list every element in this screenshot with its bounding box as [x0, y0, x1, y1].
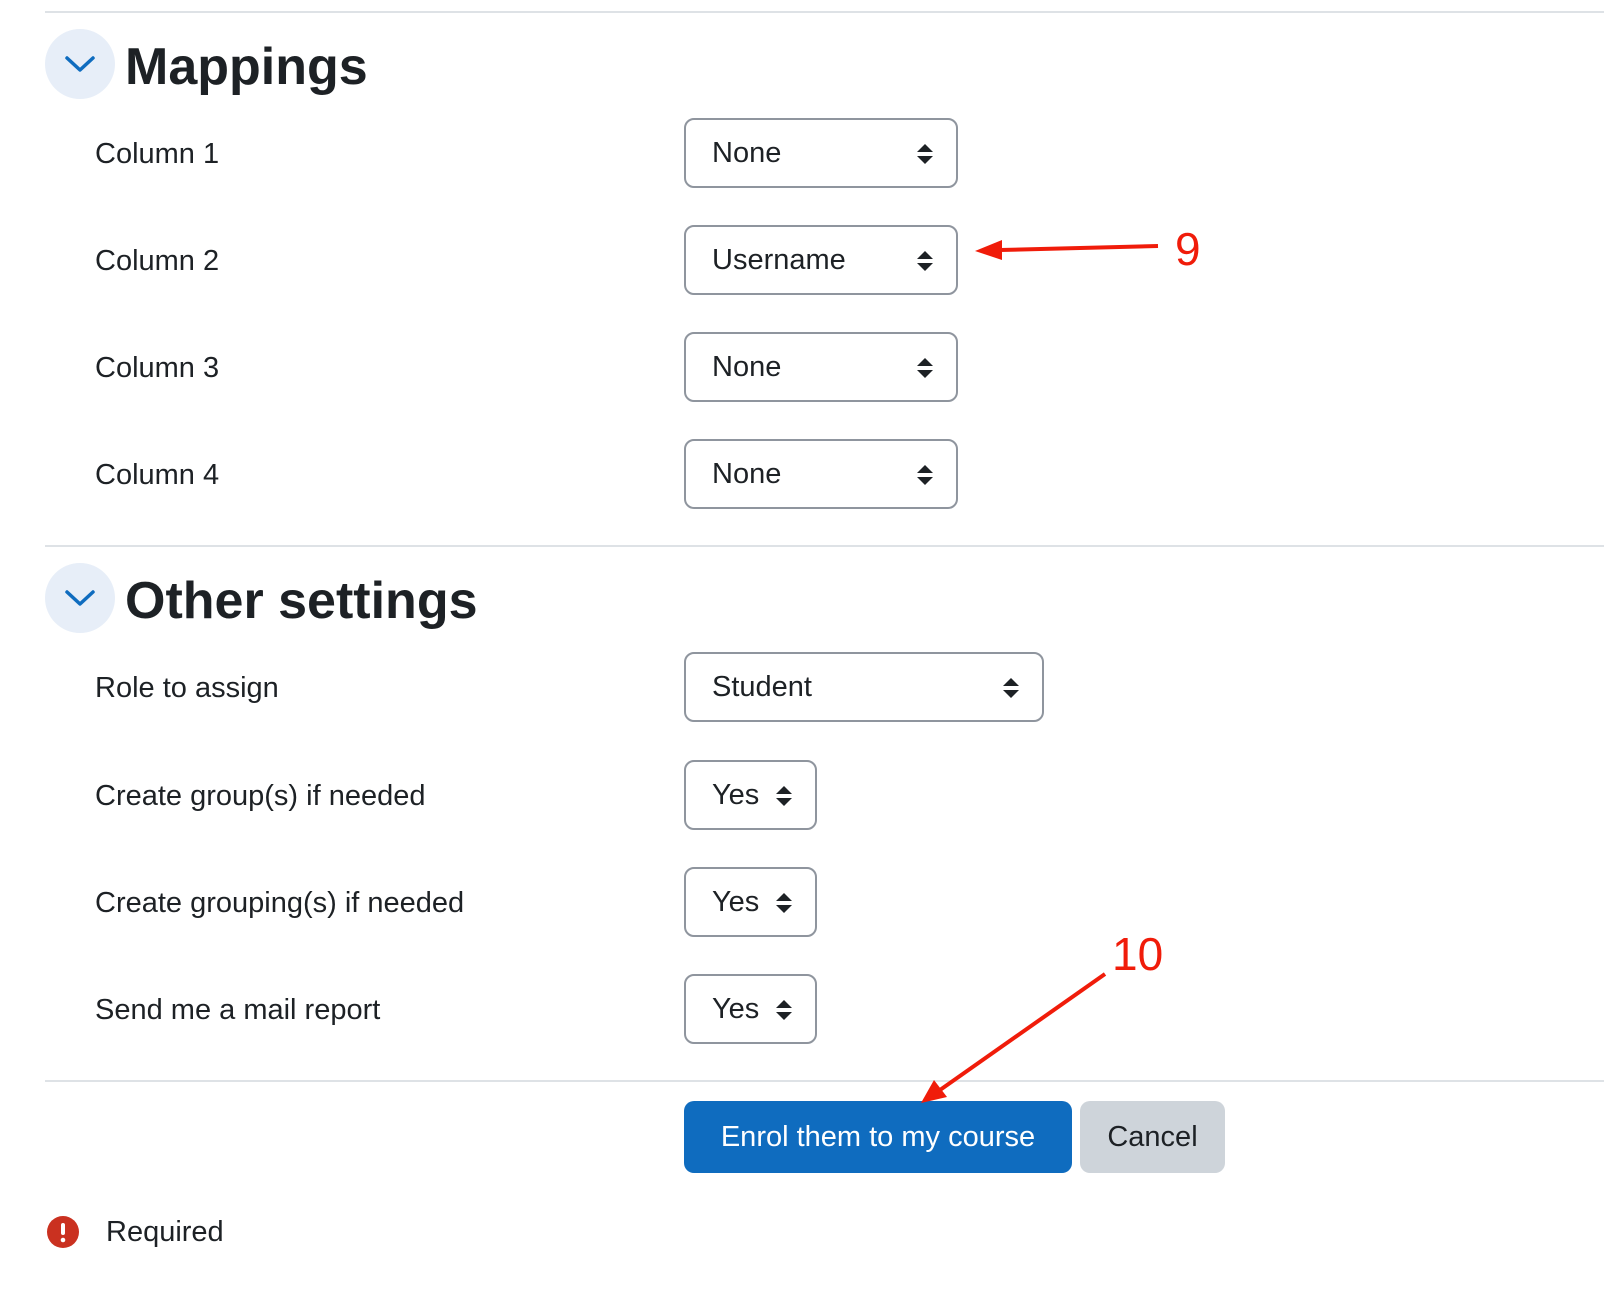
column-3-value: None [712, 350, 782, 383]
other-settings-collapse-toggle[interactable] [45, 563, 115, 633]
create-groupings-value: Yes [712, 885, 760, 918]
annotation-arrow-9 [975, 240, 1159, 260]
column-2-select[interactable]: Username [684, 225, 958, 295]
mail-report-label: Send me a mail report [95, 994, 381, 1026]
column-4-value: None [712, 457, 782, 490]
exclamation-circle-icon [47, 1216, 79, 1248]
top-divider [45, 11, 1604, 13]
role-label: Role to assign [95, 672, 279, 704]
sort-caret-icon [776, 786, 792, 806]
required-label: Required [106, 1216, 224, 1248]
column-1-value: None [712, 136, 782, 169]
column-1-label: Column 1 [95, 138, 220, 170]
chevron-down-icon [65, 590, 95, 606]
required-legend: Required [47, 1212, 224, 1252]
sort-caret-icon [776, 893, 792, 913]
column-3-label: Column 3 [95, 352, 220, 384]
column-4-select[interactable]: None [684, 439, 958, 509]
sort-caret-icon [776, 1000, 792, 1020]
sort-caret-icon [917, 465, 933, 485]
create-groupings-select[interactable]: Yes [684, 867, 817, 937]
column-2-value: Username [712, 243, 846, 276]
create-groups-select[interactable]: Yes [684, 760, 817, 830]
mappings-collapse-toggle[interactable] [45, 29, 115, 99]
sort-caret-icon [917, 251, 933, 271]
annotation-arrow-10 [921, 972, 1107, 1103]
footer-divider [45, 1080, 1604, 1082]
enrol-button[interactable]: Enrol them to my course [684, 1101, 1072, 1173]
annotation-label-10: 10 [1112, 928, 1164, 980]
cancel-button[interactable]: Cancel [1080, 1101, 1225, 1173]
create-groupings-label: Create grouping(s) if needed [95, 887, 465, 919]
role-select[interactable]: Student [684, 652, 1044, 722]
mail-report-value: Yes [712, 992, 760, 1025]
other-settings-section-title: Other settings [125, 572, 478, 630]
annotation-label-9: 9 [1175, 223, 1201, 275]
sort-caret-icon [917, 358, 933, 378]
column-2-label: Column 2 [95, 245, 220, 277]
chevron-down-icon [65, 56, 95, 72]
column-1-select[interactable]: None [684, 118, 958, 188]
sort-caret-icon [917, 144, 933, 164]
sort-caret-icon [1003, 678, 1019, 698]
mail-report-select[interactable]: Yes [684, 974, 817, 1044]
role-value: Student [712, 670, 812, 703]
mappings-section-title: Mappings [125, 38, 368, 96]
column-4-label: Column 4 [95, 459, 220, 491]
column-3-select[interactable]: None [684, 332, 958, 402]
create-groups-label: Create group(s) if needed [95, 780, 426, 812]
create-groups-value: Yes [712, 778, 760, 811]
section-divider [45, 545, 1604, 547]
